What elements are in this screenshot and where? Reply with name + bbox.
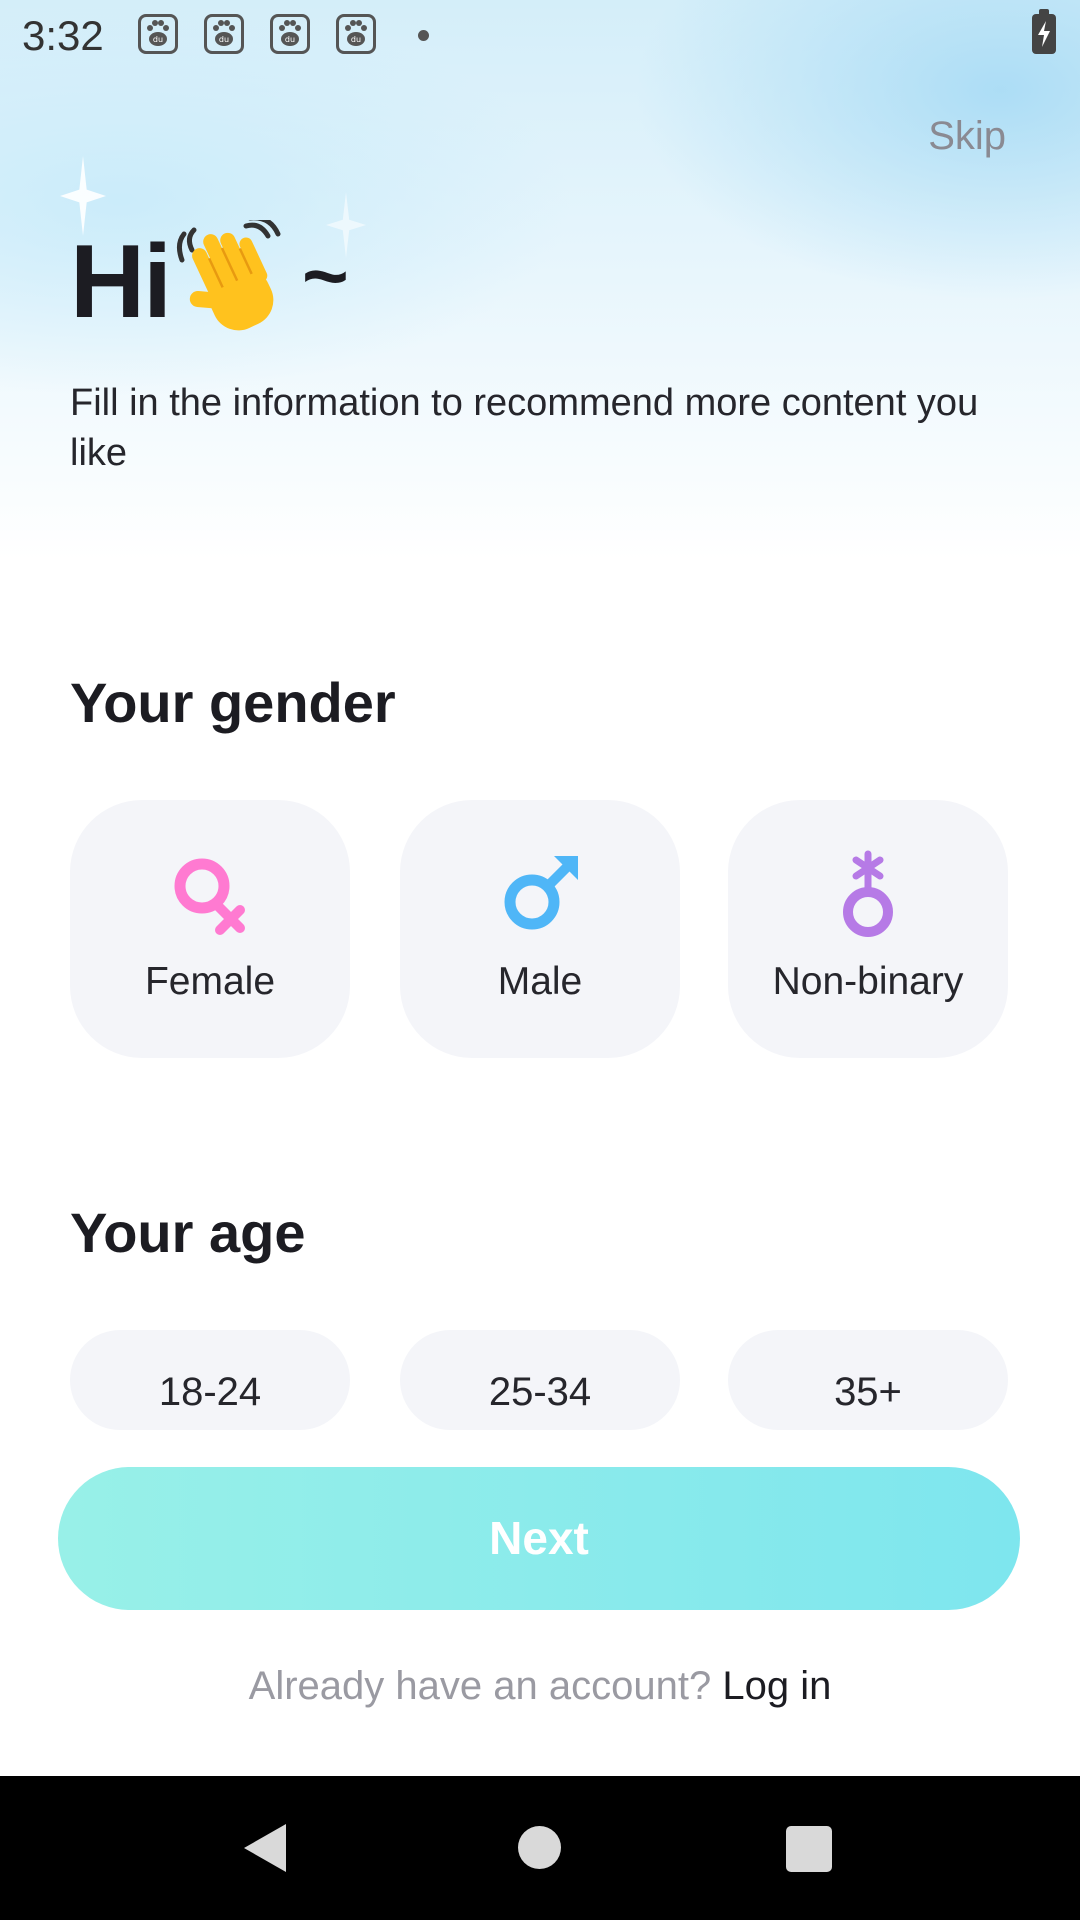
- female-symbol-icon: [160, 850, 260, 940]
- login-prompt: Already have an account?: [248, 1664, 712, 1708]
- navigation-bar: [0, 1776, 1080, 1920]
- svg-text:du: du: [153, 35, 163, 44]
- gender-label: Male: [497, 960, 583, 1003]
- login-link[interactable]: Log in: [722, 1664, 831, 1708]
- status-time: 3:32: [22, 12, 104, 59]
- age-option-35-plus[interactable]: 35+: [728, 1330, 1008, 1430]
- gender-option-male[interactable]: Male: [400, 800, 680, 1058]
- greeting-text: Hi: [70, 223, 172, 340]
- back-triangle-icon[interactable]: [242, 1822, 290, 1879]
- male-symbol-icon: [490, 850, 590, 940]
- svg-text:du: du: [219, 35, 229, 44]
- next-button[interactable]: Next: [58, 1467, 1020, 1610]
- greeting: Hi ~: [70, 214, 349, 345]
- age-option-18-24[interactable]: 18-24: [70, 1330, 350, 1430]
- login-row: Already have an account? Log in: [0, 1664, 1080, 1709]
- home-circle-icon[interactable]: [518, 1826, 561, 1869]
- svg-text:du: du: [351, 35, 361, 44]
- baidu-paw-icon: du: [270, 14, 310, 54]
- greeting-suffix: ~: [302, 231, 349, 320]
- status-bar: 3:32 du du du du: [0, 0, 1080, 72]
- baidu-paw-icon: du: [138, 14, 178, 54]
- gender-option-female[interactable]: Female: [70, 800, 350, 1058]
- screen: 3:32 du du du du Skip Hi ~ Fill in the i…: [0, 0, 1080, 1920]
- age-option-25-34[interactable]: 25-34: [400, 1330, 680, 1430]
- baidu-paw-icon: du: [336, 14, 376, 54]
- subtitle: Fill in the information to recommend mor…: [70, 382, 979, 474]
- battery-charging-icon: [1032, 9, 1056, 54]
- gender-label: Non-binary: [772, 960, 964, 1003]
- scroll-fade: [0, 1430, 1080, 1470]
- gender-option-non-binary[interactable]: Non-binary: [728, 800, 1008, 1058]
- skip-button[interactable]: Skip: [928, 114, 1006, 159]
- non-binary-symbol-icon: [818, 850, 918, 940]
- baidu-paw-icon: du: [204, 14, 244, 54]
- waving-hand-icon: [176, 214, 294, 345]
- recents-square-icon[interactable]: [786, 1826, 832, 1872]
- gender-label: Female: [144, 960, 276, 1003]
- age-section-title: Your age: [70, 1201, 306, 1264]
- gender-section-title: Your gender: [70, 671, 396, 734]
- more-notifications-dot: [418, 30, 429, 41]
- svg-text:du: du: [285, 35, 295, 44]
